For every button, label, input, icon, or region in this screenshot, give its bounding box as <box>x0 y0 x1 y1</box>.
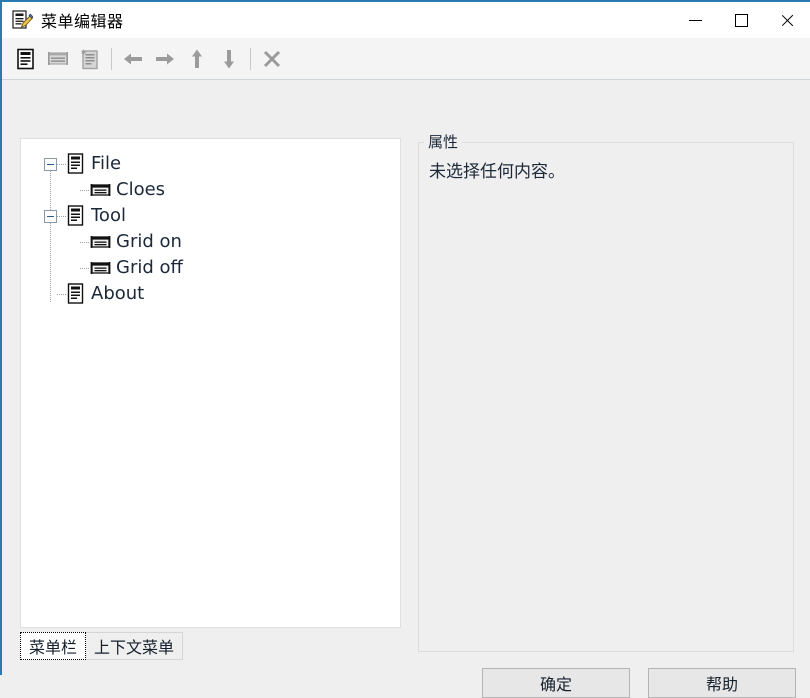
tree-connector <box>80 241 90 243</box>
expander-collapse-icon[interactable] <box>44 209 57 223</box>
menu-tree: File Cloes Tool Grid on Grid off About <box>21 139 400 307</box>
properties-groupbox: 属性 未选择任何内容。 <box>418 131 794 652</box>
title-bar: 菜单编辑器 <box>2 2 810 38</box>
tree-tabs: 菜单栏 上下文菜单 <box>20 632 184 660</box>
arrow-right-icon <box>156 53 174 64</box>
close-icon <box>780 13 795 28</box>
menu-item-bar-icon <box>90 184 111 196</box>
separator-icon <box>48 51 68 65</box>
help-button[interactable]: 帮助 <box>648 668 796 698</box>
window-controls <box>672 2 810 38</box>
tab-label: 上下文菜单 <box>94 637 175 657</box>
minimize-icon <box>688 19 702 21</box>
maximize-button[interactable] <box>718 2 764 38</box>
arrow-left-icon <box>124 53 142 64</box>
window-title: 菜单编辑器 <box>41 12 124 31</box>
tree-node-label: Cloes <box>116 179 166 200</box>
properties-empty-message: 未选择任何内容。 <box>429 162 565 182</box>
tree-node-grid-on[interactable]: Grid on <box>21 229 400 255</box>
new-separator-button[interactable] <box>42 43 74 75</box>
menu-item-bar-icon <box>90 262 111 274</box>
arrow-up-icon <box>192 49 202 68</box>
tree-connector <box>57 293 67 295</box>
tab-label: 菜单栏 <box>29 637 78 657</box>
dialog-button-row: 确定 帮助 <box>482 668 796 698</box>
tree-connector <box>80 267 90 269</box>
tree-node-label: About <box>91 283 145 304</box>
menu-editor-window: 菜单编辑器 File Cloes Tool Grid on Grid off A… <box>0 0 810 698</box>
tree-node-tool[interactable]: Tool <box>21 203 400 229</box>
maximize-icon <box>734 13 748 27</box>
tree-connector <box>80 189 90 191</box>
tree-node-cloes[interactable]: Cloes <box>21 177 400 203</box>
tree-node-label: File <box>91 153 122 174</box>
tree-node-grid-off[interactable]: Grid off <box>21 255 400 281</box>
tree-node-about[interactable]: About <box>21 281 400 307</box>
document-lines-icon <box>17 48 34 69</box>
menu-tree-panel[interactable]: File Cloes Tool Grid on Grid off About <box>20 138 401 628</box>
move-down-button[interactable] <box>213 43 245 75</box>
tree-node-label: Tool <box>91 205 126 226</box>
toolbar-separator-2 <box>250 47 251 70</box>
ok-button[interactable]: 确定 <box>482 668 630 698</box>
tree-node-file[interactable]: File <box>21 151 400 177</box>
delete-button[interactable] <box>256 43 288 75</box>
menu-document-icon <box>67 283 84 304</box>
close-button[interactable] <box>764 2 810 38</box>
toolbar-separator <box>111 47 112 70</box>
tab-menubar[interactable]: 菜单栏 <box>20 632 87 660</box>
move-left-button[interactable] <box>117 43 149 75</box>
tree-node-label: Grid off <box>116 257 183 278</box>
tree-connector <box>57 215 67 217</box>
tab-context-menu[interactable]: 上下文菜单 <box>86 632 184 660</box>
dialog-body: File Cloes Tool Grid on Grid off About 菜… <box>2 80 810 698</box>
move-right-button[interactable] <box>149 43 181 75</box>
menu-editor-document-pencil-icon <box>11 9 34 31</box>
move-up-button[interactable] <box>181 43 213 75</box>
new-menu-item-button[interactable] <box>10 43 42 75</box>
tree-node-label: Grid on <box>116 231 182 252</box>
new-submenu-button[interactable] <box>74 43 106 75</box>
menu-document-icon <box>67 153 84 174</box>
toolbar <box>2 38 810 80</box>
tree-connector <box>57 163 67 165</box>
menu-item-bar-icon <box>90 236 111 248</box>
close-x-icon <box>263 50 281 67</box>
arrow-down-icon <box>224 49 234 68</box>
expander-collapse-icon[interactable] <box>44 157 57 171</box>
menu-document-icon <box>67 205 84 226</box>
minimize-button[interactable] <box>672 2 718 38</box>
properties-legend: 属性 <box>424 131 463 152</box>
document-star-icon <box>80 48 98 69</box>
